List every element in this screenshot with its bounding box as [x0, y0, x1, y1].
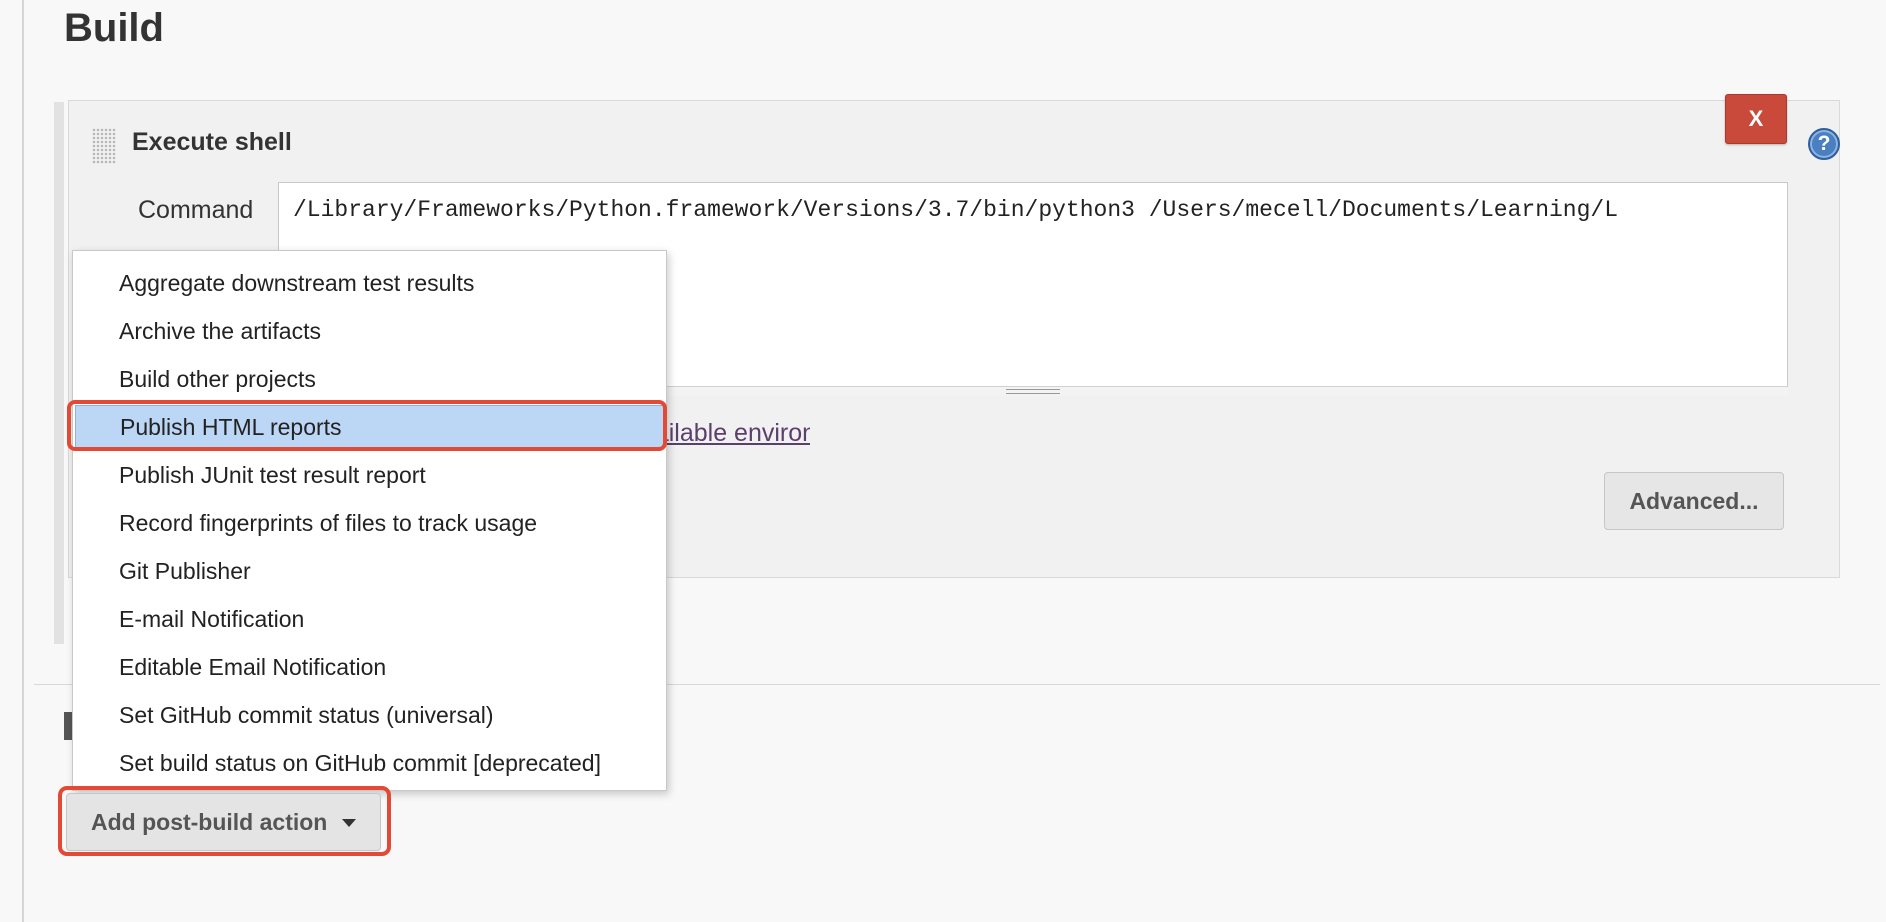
menu-item-publish-html-reports[interactable]: Publish HTML reports: [75, 405, 664, 449]
add-post-build-action-button[interactable]: Add post-build action: [66, 793, 381, 851]
menu-item-publish-junit[interactable]: Publish JUnit test result report: [75, 453, 664, 497]
help-icon[interactable]: ?: [1808, 128, 1840, 160]
post-build-heading-edge: [64, 712, 72, 740]
menu-item-github-commit-status[interactable]: Set GitHub commit status (universal): [75, 693, 664, 737]
step-title: Execute shell: [132, 128, 292, 156]
menu-item-email-notification[interactable]: E-mail Notification: [75, 597, 664, 641]
jenkins-config-page: Build Execute shell X ? Command /Library…: [0, 0, 1886, 922]
section-title: Build: [64, 6, 164, 50]
command-label: Command: [138, 196, 254, 224]
menu-item-archive-artifacts[interactable]: Archive the artifacts: [75, 309, 664, 353]
post-build-action-menu: Aggregate downstream test results Archiv…: [72, 250, 667, 791]
step-accent-bar: [54, 102, 64, 644]
menu-item-record-fingerprints[interactable]: Record fingerprints of files to track us…: [75, 501, 664, 545]
delete-step-button[interactable]: X: [1725, 94, 1787, 144]
left-rule: [22, 0, 24, 922]
advanced-button[interactable]: Advanced...: [1604, 472, 1784, 530]
menu-item-editable-email[interactable]: Editable Email Notification: [75, 645, 664, 689]
drag-handle-icon[interactable]: [92, 128, 116, 164]
grip-icon: [1006, 389, 1060, 394]
caret-down-icon: [342, 819, 356, 827]
menu-item-aggregate-downstream[interactable]: Aggregate downstream test results: [75, 261, 664, 305]
menu-item-github-build-status-deprecated[interactable]: Set build status on GitHub commit [depre…: [75, 741, 664, 785]
menu-item-git-publisher[interactable]: Git Publisher: [75, 549, 664, 593]
add-post-build-action-label: Add post-build action: [91, 808, 328, 835]
menu-item-build-other-projects[interactable]: Build other projects: [75, 357, 664, 401]
command-text: /Library/Frameworks/Python.framework/Ver…: [293, 197, 1619, 223]
